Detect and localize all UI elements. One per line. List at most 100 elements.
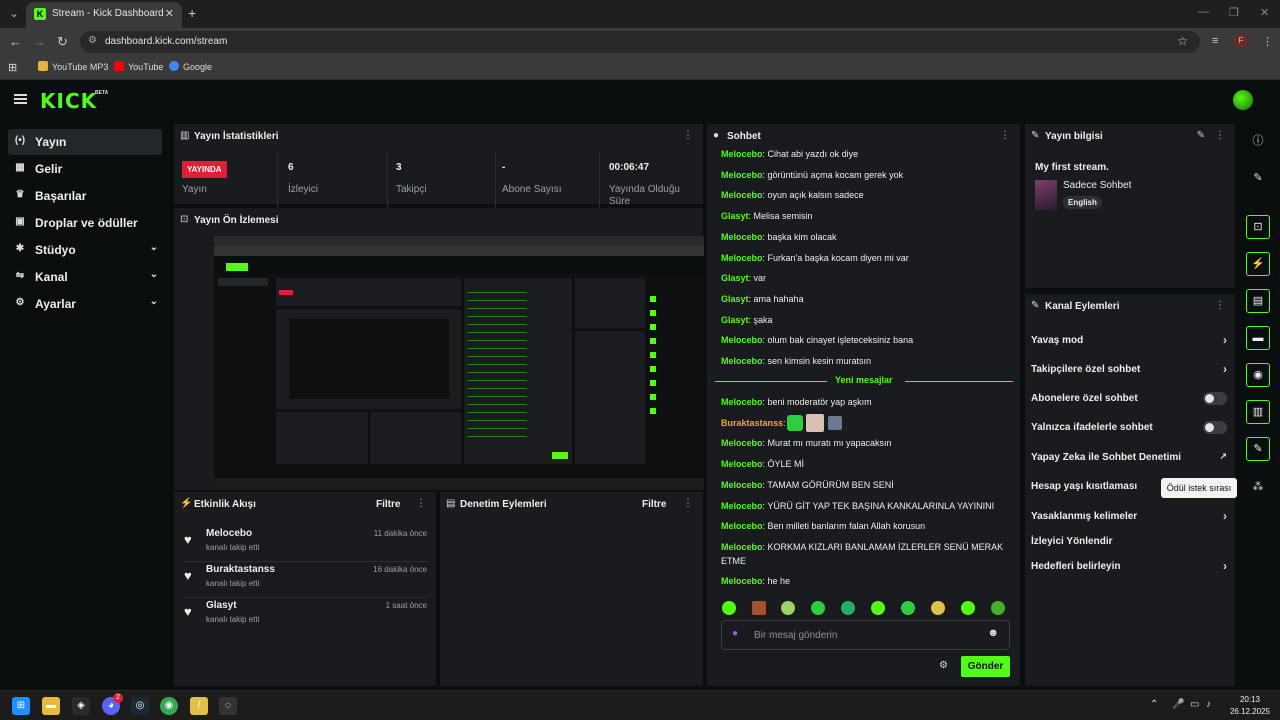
- chat-username[interactable]: Glasyt: [721, 315, 749, 325]
- bookmark-youtube-mp3[interactable]: YouTube MP3: [38, 61, 108, 72]
- emotes-only-toggle[interactable]: [1203, 421, 1227, 434]
- window-close-icon[interactable]: ✕: [1260, 6, 1269, 19]
- chrome-icon[interactable]: ◉: [160, 697, 178, 715]
- bookmark-youtube[interactable]: YouTube: [114, 61, 163, 72]
- profile-avatar[interactable]: F: [1234, 34, 1248, 48]
- emote-icon[interactable]: [961, 601, 975, 615]
- chat-toggle-icon[interactable]: ▬: [1246, 326, 1270, 350]
- bookmark-star-icon[interactable]: ☆: [1177, 34, 1188, 48]
- store-icon[interactable]: ◈: [72, 697, 90, 715]
- tab-search-icon[interactable]: ⌄: [6, 6, 22, 22]
- chat-username[interactable]: Melocebo: [721, 480, 763, 490]
- action-banned-words[interactable]: Yasaklanmış kelimeler ›: [1031, 508, 1227, 526]
- system-clock[interactable]: 20:13 26.12.2025: [1226, 694, 1274, 718]
- chat-username[interactable]: Melocebo: [721, 253, 763, 263]
- action-raid[interactable]: İzleyici Yönlendir: [1031, 533, 1227, 551]
- steam-icon[interactable]: ◎: [131, 697, 149, 715]
- emote-icon[interactable]: [871, 601, 885, 615]
- obs-icon[interactable]: ◌: [219, 697, 237, 715]
- sidebar-item-ayarlar[interactable]: ⚙ Ayarlar ⌄: [8, 291, 162, 317]
- monitor-icon[interactable]: ▭: [1190, 699, 1199, 710]
- subscribers-only-toggle[interactable]: [1203, 392, 1227, 405]
- user-avatar[interactable]: [1233, 90, 1253, 110]
- browser-tab[interactable]: K Stream - Kick Dashboard ✕: [26, 2, 182, 28]
- sidebar-item-basarilar[interactable]: ♛ Başarılar: [8, 183, 162, 209]
- site-info-icon[interactable]: ⚙: [88, 35, 97, 46]
- emoji-picker-icon[interactable]: ☻: [987, 627, 999, 639]
- stream-category[interactable]: Sadece Sohbet: [1063, 180, 1131, 191]
- wrench-toggle-icon[interactable]: ✎: [1246, 437, 1270, 461]
- kick-logo[interactable]: KICK: [40, 89, 97, 113]
- info-icon[interactable]: ⓘ: [1246, 129, 1270, 153]
- sidebar-item-yayin[interactable]: (•) Yayın: [8, 129, 162, 155]
- tray-chevron-icon[interactable]: ⌃: [1150, 699, 1158, 710]
- edit-icon[interactable]: ✎: [1246, 166, 1270, 190]
- more-options-icon[interactable]: ⋮: [683, 498, 693, 509]
- chat-username[interactable]: Glasyt: [721, 273, 749, 283]
- url-field[interactable]: ⚙ dashboard.kick.com/stream ☆: [80, 31, 1200, 53]
- emote-icon[interactable]: [781, 601, 795, 615]
- microphone-icon[interactable]: ●: [732, 628, 738, 639]
- more-options-icon[interactable]: ⋮: [416, 498, 426, 509]
- app-icon[interactable]: /: [190, 697, 208, 715]
- sidebar-item-droplar[interactable]: ▣ Droplar ve ödüller: [8, 210, 162, 236]
- menu-icon[interactable]: [14, 94, 27, 104]
- edit-icon[interactable]: ✎: [1197, 130, 1205, 141]
- chat-username[interactable]: Glasyt: [721, 294, 749, 304]
- activity-user[interactable]: Melocebo: [206, 528, 252, 539]
- more-options-icon[interactable]: ⋮: [1215, 300, 1225, 311]
- moderation-toggle-icon[interactable]: ▤: [1246, 289, 1270, 313]
- chat-username[interactable]: Melocebo: [721, 190, 763, 200]
- volume-icon[interactable]: ♪: [1206, 699, 1211, 710]
- action-followers-only[interactable]: Takipçilere özel sohbet ›: [1031, 361, 1227, 379]
- reward-queue-icon[interactable]: ⁂: [1246, 475, 1270, 499]
- activity-toggle-icon[interactable]: ⚡: [1246, 252, 1270, 276]
- sidebar-item-studyo[interactable]: ✱ Stüdyo ⌄: [8, 237, 162, 263]
- chat-input-box[interactable]: ● ☻: [721, 620, 1010, 650]
- chat-username[interactable]: Melocebo: [721, 501, 763, 511]
- chat-username[interactable]: Melocebo: [721, 170, 763, 180]
- chat-username[interactable]: Melocebo: [721, 232, 763, 242]
- chat-username[interactable]: Melocebo: [721, 542, 763, 552]
- emote-icon[interactable]: [752, 601, 766, 615]
- emote-icon[interactable]: [991, 601, 1005, 615]
- filter-button[interactable]: Filtre: [376, 499, 400, 510]
- chat-username[interactable]: Melocebo: [721, 521, 763, 531]
- media-control-icon[interactable]: ≡: [1212, 35, 1218, 47]
- back-icon[interactable]: ←: [9, 34, 22, 49]
- chat-username[interactable]: Melocebo: [721, 459, 763, 469]
- sidebar-item-kanal[interactable]: ⇋ Kanal ⌄: [8, 264, 162, 290]
- more-options-icon[interactable]: ⋮: [1215, 130, 1225, 141]
- stats-toggle-icon[interactable]: ▥: [1246, 400, 1270, 424]
- preview-toggle-icon[interactable]: ⊡: [1246, 215, 1270, 239]
- action-slow-mode[interactable]: Yavaş mod ›: [1031, 332, 1227, 350]
- send-button[interactable]: Gönder: [961, 656, 1010, 677]
- chat-username[interactable]: Melocebo: [721, 397, 763, 407]
- chat-username[interactable]: Glasyt: [721, 211, 749, 221]
- new-tab-icon[interactable]: +: [188, 5, 196, 21]
- more-options-icon[interactable]: ⋮: [683, 130, 693, 141]
- microphone-icon[interactable]: 🎤: [1172, 699, 1184, 710]
- reload-icon[interactable]: ↻: [57, 34, 68, 50]
- activity-user[interactable]: Glasyt: [206, 600, 237, 611]
- action-goals[interactable]: Hedefleri belirleyin ›: [1031, 558, 1227, 576]
- browser-menu-icon[interactable]: ⋮: [1262, 35, 1273, 48]
- chat-input[interactable]: [754, 628, 974, 642]
- chat-username[interactable]: Melocebo: [721, 576, 763, 586]
- emote-icon[interactable]: [841, 601, 855, 615]
- more-options-icon[interactable]: ⋮: [1000, 130, 1010, 141]
- windows-start-icon[interactable]: ⊞: [12, 697, 30, 715]
- apps-grid-icon[interactable]: ⊞: [8, 61, 17, 74]
- forward-icon[interactable]: →: [33, 34, 46, 49]
- emote-icon[interactable]: [901, 601, 915, 615]
- minimize-icon[interactable]: —: [1198, 6, 1209, 18]
- bookmark-google[interactable]: Google: [169, 61, 212, 72]
- emote-icon[interactable]: [931, 601, 945, 615]
- chat-username[interactable]: Melocebo: [721, 356, 763, 366]
- filter-button[interactable]: Filtre: [642, 499, 666, 510]
- tab-close-icon[interactable]: ✕: [165, 7, 174, 20]
- emote-icon[interactable]: [811, 601, 825, 615]
- emote-icon[interactable]: [722, 601, 736, 615]
- activity-user[interactable]: Buraktastanss: [206, 564, 275, 575]
- broadcast-toggle-icon[interactable]: ◉: [1246, 363, 1270, 387]
